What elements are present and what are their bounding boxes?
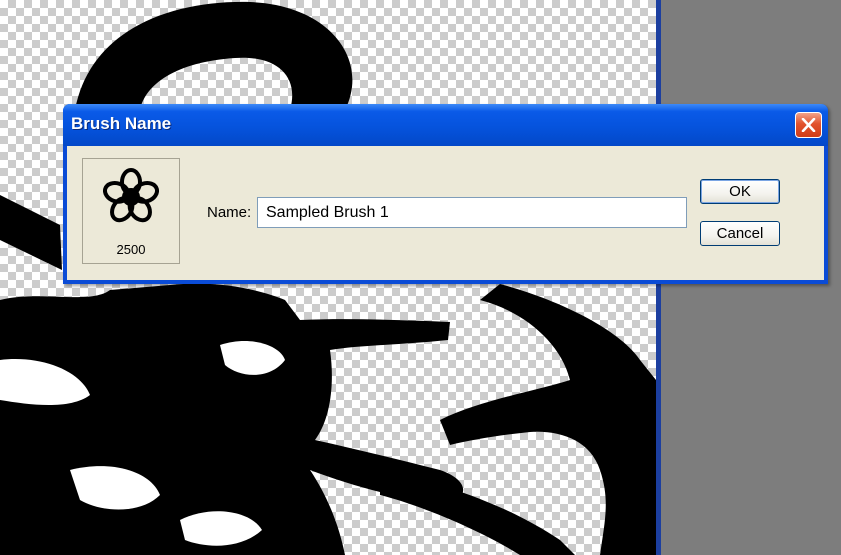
flower-brush-icon <box>103 168 159 223</box>
dialog-titlebar[interactable]: Brush Name <box>63 104 828 146</box>
brush-preview: 2500 <box>82 158 180 264</box>
close-icon <box>801 118 816 132</box>
ok-button[interactable]: OK <box>700 179 780 204</box>
brush-size-label: 2500 <box>116 242 146 257</box>
dialog-title: Brush Name <box>71 114 172 133</box>
dialog-body: 2500 Name: OK Cancel <box>67 146 824 280</box>
name-label: Name: <box>207 204 252 221</box>
brush-name-input[interactable] <box>257 197 687 228</box>
close-button[interactable] <box>795 112 822 138</box>
brush-name-dialog: Brush Name 2500 Name: OK Cancel <box>63 104 828 284</box>
cancel-button[interactable]: Cancel <box>700 221 780 246</box>
